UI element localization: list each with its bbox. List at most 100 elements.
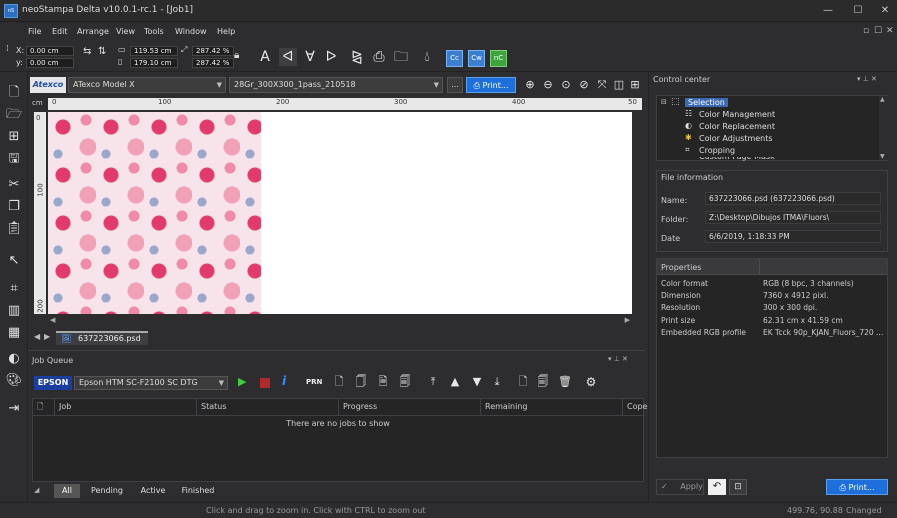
column-remaining[interactable]: Remaining [481,399,623,415]
rotate-left-icon[interactable]: ᐊ [279,48,297,66]
print-setup-icon[interactable]: ⎙ [370,48,388,66]
tab-scroll-left-icon[interactable]: ◀ [34,332,40,341]
prn-button[interactable]: PRN [306,378,322,386]
print-button-top[interactable]: ⎙ Print... [466,77,516,93]
tab-finished[interactable]: Finished [176,484,220,498]
info-icon[interactable]: i [282,374,286,388]
tree-collapse-icon[interactable]: ⊟ [661,98,667,106]
lock-icon[interactable]: 🔒︎ [234,50,239,61]
vertical-scrollbar[interactable] [632,112,642,314]
print-button-bottom[interactable]: ⎙ Print... [826,479,888,495]
color-cc-icon[interactable]: Cc [446,50,463,67]
job-copy-icon[interactable]: 🗐 [534,373,552,391]
scale-height-input[interactable]: 287.42 % [192,58,234,68]
tree-scrollbar[interactable]: ▲ ▼ [879,96,888,160]
job-printer-select[interactable]: Epson HTM SC-F2100 SC DTG ▼ [74,376,228,390]
move-bottom-icon[interactable]: ⤓ [488,373,506,391]
mirror-icon[interactable]: ⧎ [348,48,366,66]
grid-icon[interactable]: ▦ [5,324,23,342]
layout-icon[interactable]: ⊞ [627,77,643,93]
ink-drop-icon[interactable]: 💧︎ [418,48,436,66]
duplicate-job-icon[interactable]: 🗍 [352,373,370,391]
zoom-out-icon[interactable]: ⊖ [540,77,556,93]
align-left-icon[interactable]: A [256,48,274,66]
zoom-fit-icon[interactable]: ⊙ [558,77,574,93]
pointer-icon[interactable]: ↖ [5,252,23,270]
panel-menu-icon[interactable]: ▾ ⊥ ✕ [857,75,877,83]
play-icon[interactable]: ▶ [238,375,246,388]
color-cw-icon[interactable]: Cw [468,50,485,67]
flip-vertical-icon[interactable]: ⇅ [98,46,106,57]
printer-select[interactable]: ATexco Model X ▼ [68,77,226,93]
split-view-icon[interactable]: ◫ [611,77,627,93]
stop-icon[interactable] [260,378,270,388]
settings-gear-icon[interactable]: ⚙ [582,373,600,391]
crop-icon[interactable]: ⌗ [5,280,23,298]
document-tab[interactable]: 🖼︎ 637223066.psd [56,331,148,345]
ruler-tool-icon[interactable]: ▥ [5,302,23,320]
add-job-icon[interactable]: 🗋 [330,373,348,391]
close-button[interactable]: ✕ [873,3,897,19]
exit-icon[interactable]: ⇥ [5,400,23,418]
copy-icon[interactable]: ❐ [5,198,23,216]
apply-button[interactable]: ✓ Apply [656,479,704,495]
undo-icon[interactable]: ↶ [708,479,726,495]
scale-width-input[interactable]: 287.42 % [192,46,234,56]
save-icon[interactable]: 🖫 [5,150,23,168]
menu-edit[interactable]: Edit [52,27,68,36]
color-drop-icon[interactable]: ◐ [5,350,23,368]
zoom-page-icon[interactable]: ⊘ [576,77,592,93]
tab-all[interactable]: All [54,484,80,498]
move-top-icon[interactable]: ⤒ [424,373,442,391]
open-folder-icon[interactable]: 🗁 [5,106,23,124]
mdi-restore-icon[interactable]: ▫ [863,26,869,36]
tree-item-color-management[interactable]: Color Management [699,110,775,119]
tab-pending[interactable]: Pending [84,484,130,498]
new-document-icon[interactable]: 🗋 [5,84,23,102]
rotate-right-icon[interactable]: ᐅ [322,48,340,66]
cut-icon[interactable]: ✂ [5,176,23,194]
width-input[interactable]: 119.53 cm [130,46,178,56]
job-file-icon[interactable]: 🗋 [514,373,532,391]
tree-item-selection[interactable]: Selection [685,98,728,107]
add-image-icon[interactable]: ⊞ [5,128,23,146]
profile-more-button[interactable]: ... [447,77,463,93]
column-copies[interactable]: Cope [623,399,647,415]
edit-job-icon[interactable]: 🗎 [374,373,392,391]
maximize-button[interactable]: ☐ [846,3,870,19]
height-input[interactable]: 179.10 cm [130,58,178,68]
column-job[interactable]: Job [55,399,197,415]
mdi-close-icon[interactable]: ✕ [886,26,894,36]
color-nc-icon[interactable]: nC [490,50,507,67]
minimize-button[interactable]: — [816,3,840,19]
paste-icon[interactable]: 📋︎ [5,220,23,238]
menu-arrange[interactable]: Arrange [77,27,109,36]
palette-icon[interactable]: 🎨︎ [5,372,23,390]
menu-window[interactable]: Window [175,27,207,36]
menu-view[interactable]: View [116,27,135,36]
mdi-maximize-icon[interactable]: ☐ [874,26,882,36]
panel-menu-icon[interactable]: ▾ ⊥ ✕ [608,355,628,363]
reset-icon[interactable]: ⊡ [729,479,747,495]
floral-image[interactable] [48,112,261,314]
folder-settings-icon[interactable]: 🗀 [392,48,410,66]
tree-item-color-adjustments[interactable]: Color Adjustments [699,134,773,143]
rotate-down-icon[interactable]: ∀ [301,48,319,66]
tabs-scroll-icon[interactable]: ◢ [34,486,39,494]
zoom-in-icon[interactable]: ⊕ [522,77,538,93]
profile-select[interactable]: 28Gr_300X300_1pass_210518 ▼ [229,77,443,93]
column-status[interactable]: Status [197,399,339,415]
fullscreen-icon[interactable]: ⤧ [594,77,610,93]
move-up-icon[interactable]: ▲ [446,373,464,391]
tree-item-custom-page-mask[interactable]: Custom Page Mask [699,157,775,161]
remove-job-icon[interactable]: 🗐 [396,373,414,391]
tab-active[interactable]: Active [134,484,172,498]
tree-item-cropping[interactable]: Cropping [699,146,735,155]
menu-help[interactable]: Help [217,27,235,36]
tree-item-color-replacement[interactable]: Color Replacement [699,122,775,131]
x-input[interactable]: 0.00 cm [26,46,74,56]
menu-tools[interactable]: Tools [144,27,164,36]
move-down-icon[interactable]: ▼ [468,373,486,391]
tab-scroll-right-icon[interactable]: ▶ [44,332,50,341]
horizontal-scrollbar[interactable]: ◀ ▶ [48,316,632,326]
